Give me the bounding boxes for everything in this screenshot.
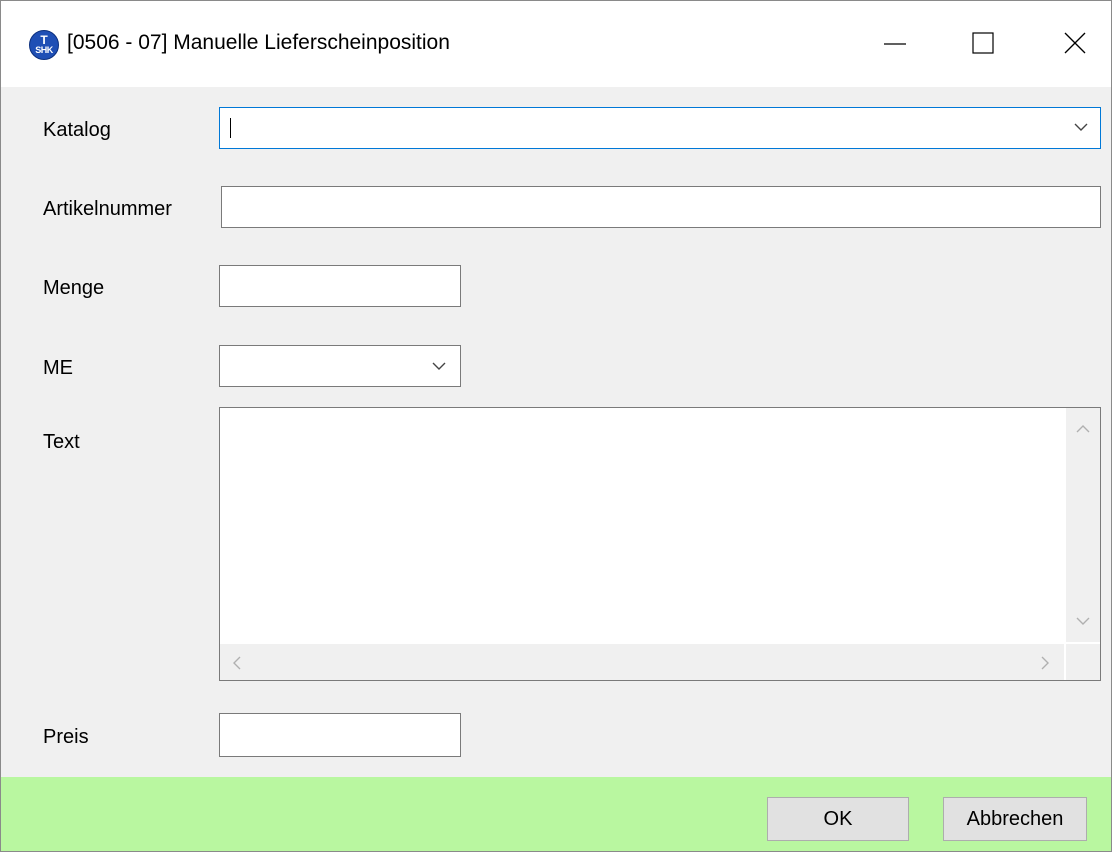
katalog-combobox[interactable] <box>219 107 1101 149</box>
text-label: Text <box>43 431 80 453</box>
text-caret <box>230 118 231 138</box>
title-bar[interactable]: T SHK [0506 - 07] Manuelle Lieferscheinp… <box>1 1 1111 87</box>
scroll-up-icon[interactable] <box>1075 422 1091 436</box>
scroll-right-icon[interactable] <box>1038 655 1052 671</box>
close-icon <box>1064 32 1086 54</box>
window-title: [0506 - 07] Manuelle Lieferscheinpositio… <box>67 31 450 54</box>
maximize-button[interactable] <box>953 21 1013 67</box>
text-area[interactable] <box>219 407 1101 681</box>
scrollbar-corner <box>1066 644 1100 680</box>
scroll-left-icon[interactable] <box>230 655 244 671</box>
preis-input[interactable] <box>219 713 461 757</box>
menge-label: Menge <box>43 277 105 299</box>
ok-button[interactable]: OK <box>767 797 909 841</box>
horizontal-scrollbar[interactable] <box>220 644 1064 680</box>
minimize-icon <box>884 43 906 45</box>
vertical-scrollbar[interactable] <box>1066 408 1100 642</box>
me-combobox[interactable] <box>219 345 461 387</box>
footer-bar: OK Abbrechen <box>1 777 1111 851</box>
minimize-button[interactable] <box>865 21 925 67</box>
artikelnummer-input[interactable] <box>221 186 1101 228</box>
cancel-button[interactable]: Abbrechen <box>943 797 1087 841</box>
scroll-down-icon[interactable] <box>1075 614 1091 628</box>
app-icon-text-bottom: SHK <box>35 45 53 55</box>
katalog-label: Katalog <box>43 119 111 141</box>
menge-input[interactable] <box>219 265 461 307</box>
app-icon: T SHK <box>29 30 59 60</box>
me-label: ME <box>43 357 73 379</box>
artikelnummer-label: Artikelnummer <box>43 198 172 220</box>
close-button[interactable] <box>1045 21 1105 67</box>
preis-label: Preis <box>43 726 89 748</box>
dialog-window: T SHK [0506 - 07] Manuelle Lieferscheinp… <box>0 0 1112 852</box>
chevron-down-icon[interactable] <box>428 346 450 386</box>
maximize-icon <box>972 32 994 54</box>
chevron-down-icon[interactable] <box>1070 108 1092 148</box>
